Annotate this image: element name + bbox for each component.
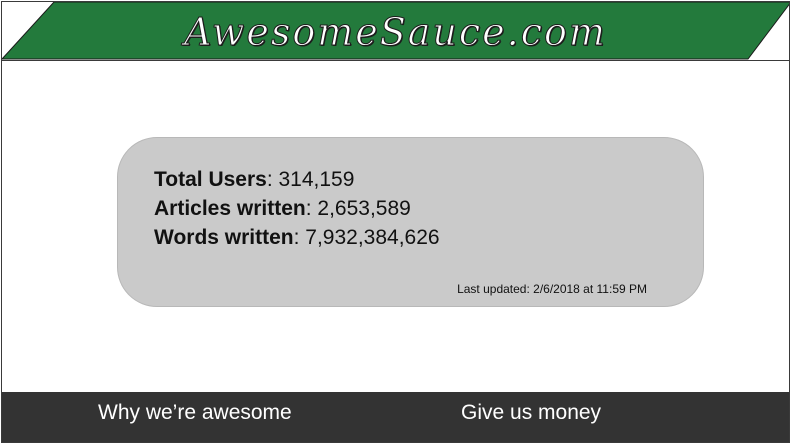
why-awesome-link[interactable]: Why we’re awesome [98, 401, 292, 425]
site-footer: Why we’re awesome Give us money [2, 392, 789, 442]
right-edge-strip [790, 0, 795, 446]
stats-panel: Total Users: 314,159 Articles written: 2… [117, 137, 704, 307]
articles-written-value: : 2,653,589 [305, 197, 411, 220]
total-users-label: Total Users [154, 168, 267, 191]
page-frame: AwesomeSauce.com Total Users: 314,159 Ar… [1, 1, 790, 443]
words-written-value: : 7,932,384,626 [293, 226, 440, 249]
last-updated-timestamp: Last updated: 2/6/2018 at 11:59 PM [457, 282, 647, 296]
words-written-stat: Words written: 7,932,384,626 [154, 224, 440, 252]
give-us-money-link[interactable]: Give us money [461, 401, 601, 425]
words-written-label: Words written [154, 226, 294, 249]
total-users-stat: Total Users: 314,159 [154, 166, 354, 194]
articles-written-label: Articles written [154, 197, 306, 220]
site-header: AwesomeSauce.com [2, 2, 789, 61]
site-logo[interactable]: AwesomeSauce.com [2, 8, 789, 56]
total-users-value: : 314,159 [266, 168, 355, 191]
articles-written-stat: Articles written: 2,653,589 [154, 195, 411, 223]
